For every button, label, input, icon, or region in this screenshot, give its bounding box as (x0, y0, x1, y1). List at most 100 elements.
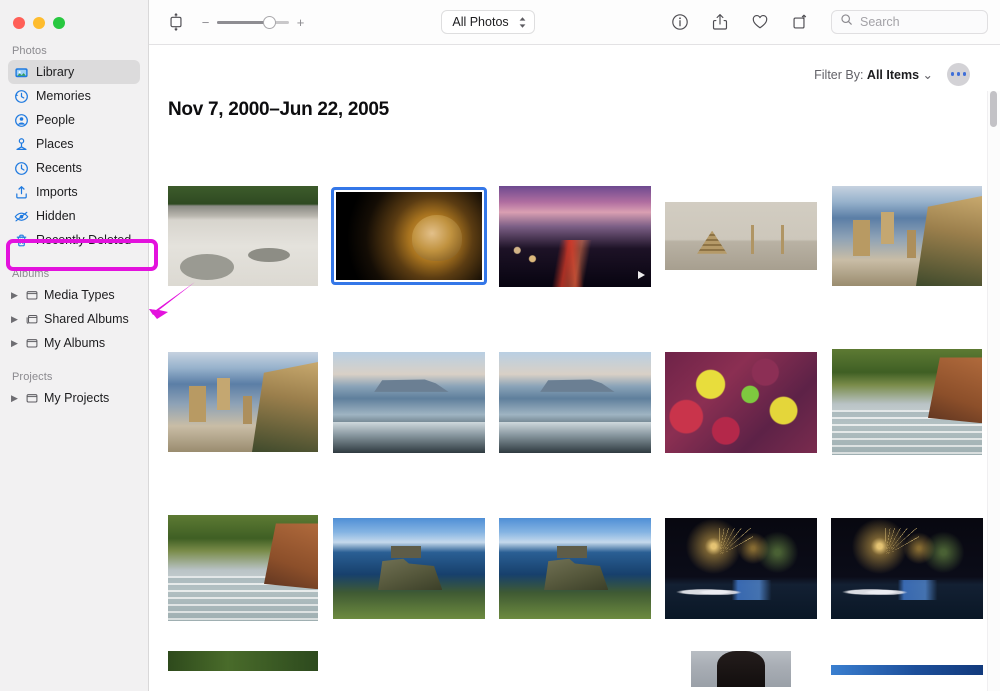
photo-row (160, 319, 1000, 485)
photo-partial-forest[interactable] (160, 651, 326, 691)
photo-sydney-fireworks[interactable] (658, 485, 824, 651)
photo-lion[interactable] (326, 153, 492, 319)
filter-by-control[interactable]: Filter By: All Items ⌄ (814, 67, 933, 82)
sidebar-item-people[interactable]: People (8, 108, 140, 132)
sidebar-item-media-types[interactable]: ▶ Media Types (8, 283, 140, 307)
chevron-right-icon[interactable]: ▶ (10, 393, 19, 404)
chevron-right-icon[interactable]: ▶ (10, 290, 19, 301)
search-placeholder: Search (860, 15, 900, 29)
folder-icon (24, 288, 39, 303)
photo-grid-area: Filter By: All Items ⌄ Nov 7, 2000–Jun 2… (149, 45, 1000, 691)
chevron-updown-icon (518, 16, 527, 29)
filter-bar: Filter By: All Items ⌄ (149, 45, 1000, 89)
sidebar-item-library[interactable]: Library (8, 60, 140, 84)
sidebar-item-shared-albums[interactable]: ▶ Shared Albums (8, 307, 140, 331)
filter-prefix: Filter By: (814, 67, 864, 82)
chevron-right-icon[interactable]: ▶ (10, 338, 19, 349)
zoom-in-button[interactable]: + (296, 15, 305, 30)
photo-partial-portrait[interactable] (658, 651, 824, 691)
sidebar-item-label: Places (36, 137, 74, 151)
photos-window: Photos Library Memories People Places Re… (0, 0, 1000, 691)
photo-thumbnail (665, 351, 817, 453)
folder-icon (24, 391, 39, 406)
photo-canyon-stream[interactable] (824, 319, 990, 485)
photo-thumbnail (665, 517, 817, 619)
favorite-heart-icon[interactable] (751, 13, 769, 31)
photo-sydney-fireworks-2[interactable] (824, 485, 990, 651)
slider-knob[interactable] (263, 15, 276, 29)
recents-clock-icon (14, 161, 29, 176)
people-icon (14, 113, 29, 128)
sidebar: Photos Library Memories People Places Re… (0, 0, 149, 691)
view-mode-popup[interactable]: All Photos (441, 10, 535, 34)
more-dot-1 (950, 72, 955, 76)
sidebar-item-imports[interactable]: Imports (8, 180, 140, 204)
sidebar-item-label: People (36, 113, 75, 127)
photo-thumbnail (832, 349, 982, 455)
close-button[interactable] (13, 17, 25, 29)
photo-table-mountain[interactable] (326, 319, 492, 485)
zoom-slider-group[interactable]: − + (201, 15, 305, 30)
more-dot-3 (962, 72, 967, 76)
zoom-button[interactable] (53, 17, 65, 29)
filter-value: All Items (866, 67, 920, 82)
photo-autumn-leaves[interactable] (658, 319, 824, 485)
share-icon[interactable] (711, 13, 729, 31)
folder-icon (24, 336, 39, 351)
info-icon[interactable] (671, 13, 689, 31)
more-options-button[interactable] (947, 62, 970, 86)
annotation-arrow (149, 282, 195, 319)
photo-canyon-stream-2[interactable] (160, 485, 326, 651)
photo-table-mountain-2[interactable] (492, 319, 658, 485)
sidebar-item-label: Memories (36, 89, 91, 103)
zoom-slider[interactable] (217, 15, 289, 29)
shared-folder-icon (24, 312, 39, 327)
sidebar-item-label: My Projects (44, 391, 110, 405)
chevron-right-icon[interactable]: ▶ (10, 314, 19, 325)
search-input[interactable]: Search (831, 10, 988, 34)
photo-thumbnail (168, 651, 318, 671)
sidebar-item-recently-deleted[interactable]: Recently Deleted (8, 228, 140, 252)
sidebar-item-my-projects[interactable]: ▶ My Projects (8, 386, 140, 410)
photo-tower-of-hanoi[interactable] (658, 153, 824, 319)
video-badge-icon (638, 270, 645, 279)
photo-thumbnail (832, 186, 982, 286)
main-area: − + All Photos Search Filter By: All Ite… (149, 0, 1000, 691)
sidebar-item-hidden[interactable]: Hidden (8, 204, 140, 228)
sidebar-item-memories[interactable]: Memories (8, 84, 140, 108)
sidebar-toggle-icon[interactable] (167, 13, 185, 31)
sidebar-item-label: Library (36, 65, 75, 79)
sidebar-section-photos-title: Photos (12, 45, 47, 57)
toolbar-actions (671, 13, 809, 31)
sidebar-item-places[interactable]: Places (8, 132, 140, 156)
photo-row (160, 485, 1000, 651)
photo-dunnottar-castle-2[interactable] (492, 485, 658, 651)
sidebar-item-label: Shared Albums (44, 312, 129, 326)
photo-thumbnail (168, 515, 318, 621)
sidebar-item-recents[interactable]: Recents (8, 156, 140, 180)
more-dot-2 (956, 72, 961, 76)
rotate-icon[interactable] (791, 13, 809, 31)
sidebar-item-my-albums[interactable]: ▶ My Albums (8, 331, 140, 355)
photo-thumbnail (831, 665, 983, 675)
zoom-out-button[interactable]: − (201, 15, 210, 30)
sidebar-item-label: Recents (36, 161, 82, 175)
photo-thumbnail (499, 351, 651, 453)
sidebar-item-label: Media Types (44, 288, 115, 302)
photo-dunnottar-castle[interactable] (326, 485, 492, 651)
trash-icon (14, 233, 29, 248)
sidebar-section-photos-list: Library Memories People Places Recents I… (0, 60, 148, 252)
sidebar-section-albums-list: ▶ Media Types ▶ Shared Albums ▶ My Album… (0, 283, 148, 355)
sidebar-item-label: Recently Deleted (36, 233, 132, 247)
photo-partial-blue[interactable] (824, 651, 990, 691)
scrollbar-thumb[interactable] (990, 91, 997, 127)
library-icon (14, 65, 29, 80)
photo-twelve-apostles-2[interactable] (160, 319, 326, 485)
photo-partial-empty-1 (326, 651, 492, 691)
minimize-button[interactable] (33, 17, 45, 29)
photo-twelve-apostles[interactable] (824, 153, 990, 319)
search-icon (840, 13, 853, 31)
photo-shanghai-skyline[interactable] (492, 153, 658, 319)
photo-thumbnail (691, 651, 791, 687)
sidebar-item-label: Imports (36, 185, 78, 199)
